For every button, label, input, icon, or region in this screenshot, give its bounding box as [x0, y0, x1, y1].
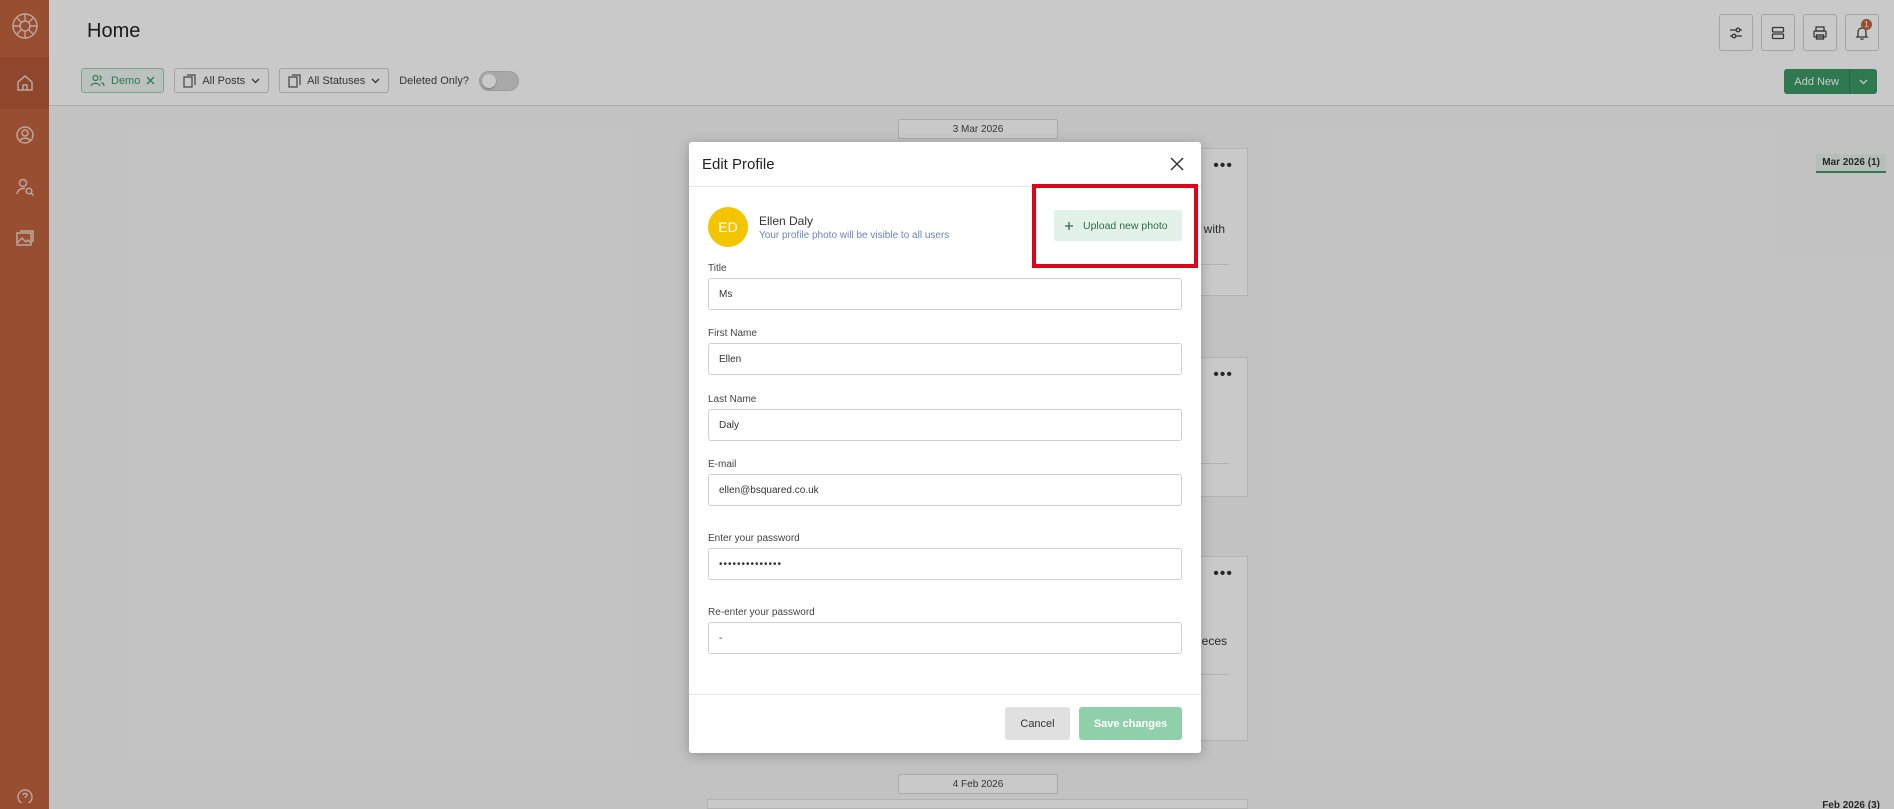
password-confirm-input[interactable]: [708, 622, 1182, 654]
email-input[interactable]: [708, 474, 1182, 506]
plus-icon: [1065, 221, 1073, 230]
first-name-field: First Name: [708, 328, 1182, 375]
title-field: Title: [708, 263, 1182, 310]
profile-info: Ellen Daly Your profile photo will be vi…: [759, 214, 949, 241]
save-changes-button[interactable]: Save changes: [1079, 707, 1182, 740]
email-label: E-mail: [708, 459, 737, 470]
modal-footer: Cancel Save changes: [689, 694, 1201, 753]
profile-summary: ED Ellen Daly Your profile photo will be…: [708, 207, 949, 247]
password-field: Enter your password: [708, 533, 1182, 580]
password-label: Enter your password: [708, 533, 800, 544]
avatar: ED: [708, 207, 748, 247]
modal-header: Edit Profile: [689, 142, 1201, 187]
upload-photo-label: Upload new photo: [1083, 219, 1168, 232]
modal-title: Edit Profile: [702, 155, 775, 173]
modal-close-button[interactable]: [1167, 154, 1187, 174]
title-input[interactable]: [708, 278, 1182, 310]
close-icon: [1170, 157, 1184, 171]
password-input[interactable]: [708, 548, 1182, 580]
cancel-button[interactable]: Cancel: [1005, 707, 1070, 740]
first-name-input[interactable]: [708, 343, 1182, 375]
password-confirm-field: Re-enter your password: [708, 607, 1182, 654]
edit-profile-modal: Edit Profile ED Ellen Daly Your profile …: [689, 142, 1201, 753]
last-name-input[interactable]: [708, 409, 1182, 441]
profile-photo-hint: Your profile photo will be visible to al…: [759, 229, 950, 241]
email-field: E-mail: [708, 459, 1182, 506]
first-name-label: First Name: [708, 328, 757, 339]
upload-photo-button[interactable]: Upload new photo: [1054, 210, 1182, 241]
last-name-field: Last Name: [708, 394, 1182, 441]
title-label: Title: [708, 263, 727, 274]
profile-name: Ellen Daly: [759, 213, 814, 228]
password-confirm-label: Re-enter your password: [708, 607, 815, 618]
last-name-label: Last Name: [708, 394, 757, 405]
